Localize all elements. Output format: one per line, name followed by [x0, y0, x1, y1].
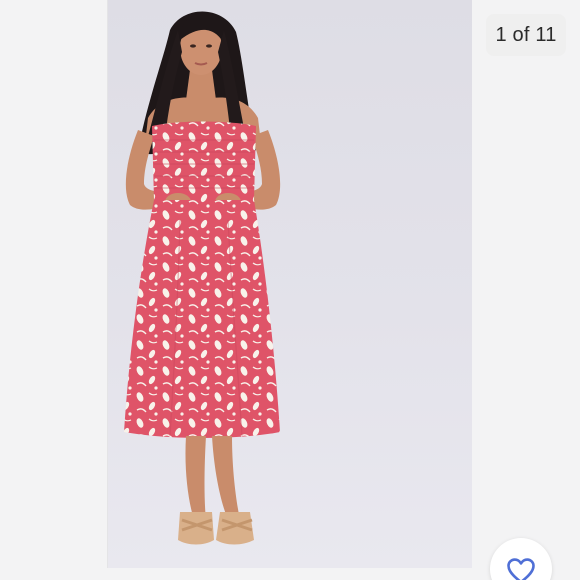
like-button[interactable] [490, 538, 552, 580]
model-illustration [124, 11, 281, 545]
heart-outline-icon [507, 558, 535, 580]
image-gallery-viewer: 1 of 11 [0, 0, 580, 580]
product-photo[interactable] [108, 0, 472, 568]
image-counter: 1 of 11 [486, 14, 566, 56]
